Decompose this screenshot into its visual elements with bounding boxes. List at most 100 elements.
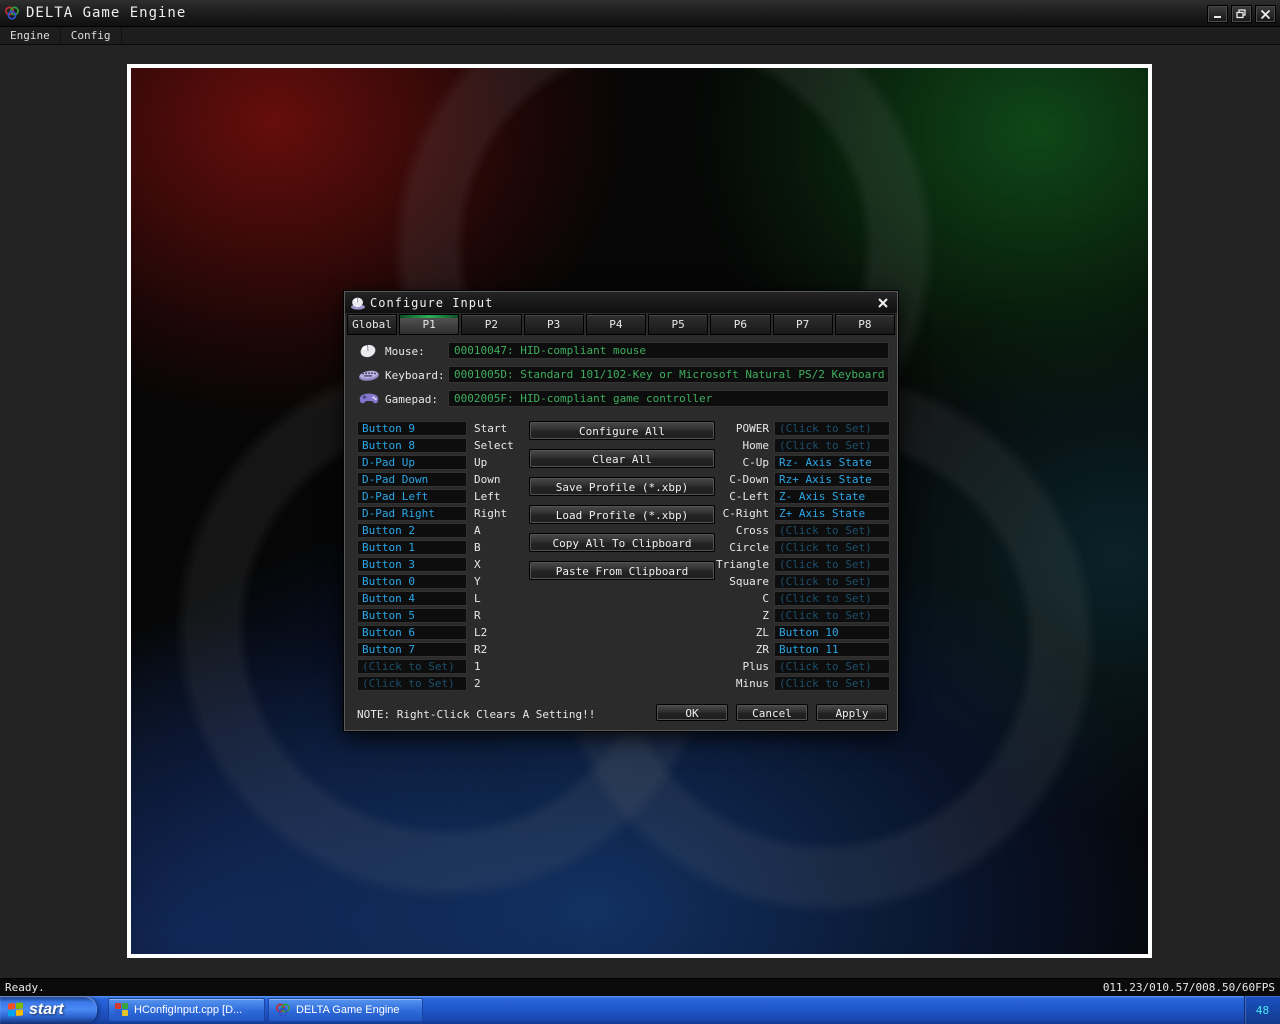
mapping-field[interactable]: Button 2 (357, 523, 467, 538)
mapping-row: D-Pad Down Down (357, 472, 514, 487)
mapping-field[interactable]: Button 11 (774, 642, 890, 657)
minimize-icon (1213, 9, 1223, 19)
tab[interactable]: P5 (648, 314, 708, 335)
mapping-field[interactable]: Button 8 (357, 438, 467, 453)
mapping-label: ZL (705, 626, 769, 639)
mapping-field[interactable]: Button 10 (774, 625, 890, 640)
ok-button[interactable]: OK (656, 704, 728, 721)
minimize-button[interactable] (1207, 5, 1228, 23)
mapping-field[interactable]: D-Pad Down (357, 472, 467, 487)
menu-item[interactable]: Engine (0, 27, 61, 44)
gamepad-icon (358, 390, 380, 408)
mapping-field[interactable]: Rz+ Axis State (774, 472, 890, 487)
gamepad-device-field[interactable]: 0002005F: HID-compliant game controller (448, 390, 889, 407)
mapping-field[interactable]: (Click to Set) (774, 421, 890, 436)
tray-meter: 48 (1256, 1004, 1269, 1017)
mapping-row: Button 7 R2 (357, 642, 514, 657)
mapping-field[interactable]: (Click to Set) (774, 574, 890, 589)
mapping-label: B (474, 541, 481, 554)
keyboard-device-field[interactable]: 0001005D: Standard 101/102-Key or Micros… (448, 366, 889, 383)
mapping-label: 2 (474, 677, 481, 690)
mouse-icon (358, 342, 378, 360)
mapping-field[interactable]: Button 6 (357, 625, 467, 640)
start-button[interactable]: start (0, 996, 97, 1024)
mapping-field[interactable]: D-Pad Left (357, 489, 467, 504)
mapping-field[interactable]: Button 0 (357, 574, 467, 589)
configure-input-dialog: Configure Input GlobalP1P2P3P4P5P6P7P8 M… (344, 291, 898, 731)
keyboard-device-row: Keyboard: 0001005D: Standard 101/102-Key… (355, 366, 891, 385)
mapping-field[interactable]: (Click to Set) (774, 676, 890, 691)
mapping-field[interactable]: (Click to Set) (774, 591, 890, 606)
window-title: DELTA Game Engine (26, 5, 186, 21)
tab[interactable]: P7 (773, 314, 833, 335)
mapping-field[interactable]: Button 5 (357, 608, 467, 623)
action-button[interactable]: Save Profile (*.xbp) (529, 477, 715, 496)
tab[interactable]: P1 (399, 314, 459, 335)
action-button[interactable]: Paste From Clipboard (529, 561, 715, 580)
mapping-label: L (474, 592, 481, 605)
taskbar-task-hconfiginput[interactable]: HConfigInput.cpp [D... (108, 998, 265, 1022)
menu-item[interactable]: Config (61, 27, 122, 44)
mapping-row: Triangle (Click to Set) (705, 557, 890, 572)
mapping-field[interactable]: Z- Axis State (774, 489, 890, 504)
tab[interactable]: P3 (524, 314, 584, 335)
mapping-label: Minus (705, 677, 769, 690)
action-button[interactable]: Load Profile (*.xbp) (529, 505, 715, 524)
app-icon (4, 5, 20, 21)
mapping-label: Down (474, 473, 501, 486)
mapping-field[interactable]: D-Pad Right (357, 506, 467, 521)
mapping-label: 1 (474, 660, 481, 673)
apply-button[interactable]: Apply (816, 704, 888, 721)
tab[interactable]: Global (347, 314, 397, 335)
mouse-label: Mouse: (385, 345, 425, 358)
mapping-field[interactable]: (Click to Set) (774, 438, 890, 453)
mapping-field[interactable]: (Click to Set) (774, 557, 890, 572)
dialog-note: NOTE: Right-Click Clears A Setting!! (357, 708, 595, 721)
mouse-device-row: Mouse: 00010047: HID-compliant mouse (355, 342, 891, 361)
mapping-row: D-Pad Up Up (357, 455, 514, 470)
dialog-close-button[interactable] (875, 295, 891, 310)
tab[interactable]: P2 (461, 314, 521, 335)
restore-icon (1236, 9, 1247, 19)
tab[interactable]: P8 (835, 314, 895, 335)
mapping-label: Y (474, 575, 481, 588)
mapping-field[interactable]: Button 4 (357, 591, 467, 606)
keyboard-icon (358, 366, 380, 384)
mapping-field[interactable]: (Click to Set) (357, 659, 467, 674)
mapping-field[interactable]: Rz- Axis State (774, 455, 890, 470)
start-label: start (29, 1001, 64, 1019)
mapping-label: Circle (705, 541, 769, 554)
action-button[interactable]: Copy All To Clipboard (529, 533, 715, 552)
mapping-field[interactable]: Button 7 (357, 642, 467, 657)
mapping-field[interactable]: Button 3 (357, 557, 467, 572)
mapping-field[interactable]: (Click to Set) (774, 659, 890, 674)
taskbar-task-delta-engine[interactable]: DELTA Game Engine (268, 998, 423, 1022)
dialog-titlebar: Configure Input (345, 292, 897, 313)
mapping-field[interactable]: (Click to Set) (774, 608, 890, 623)
action-button[interactable]: Configure All (529, 421, 715, 440)
mapping-row: ZL Button 10 (705, 625, 890, 640)
mapping-field[interactable]: (Click to Set) (774, 540, 890, 555)
tab[interactable]: P6 (710, 314, 770, 335)
mapping-field[interactable]: Z+ Axis State (774, 506, 890, 521)
mapping-field[interactable]: (Click to Set) (357, 676, 467, 691)
mapping-label: C-Up (705, 456, 769, 469)
dialog-icon (350, 296, 366, 310)
action-button[interactable]: Clear All (529, 449, 715, 468)
mapping-field[interactable]: Button 9 (357, 421, 467, 436)
app-icon (275, 1002, 291, 1018)
restore-button[interactable] (1231, 5, 1252, 23)
taskbar: start HConfigInput.cpp [D... DELTA Game … (0, 996, 1280, 1024)
close-button[interactable] (1255, 5, 1276, 23)
cancel-button[interactable]: Cancel (736, 704, 808, 721)
mapping-row: Button 9 Start (357, 421, 514, 436)
mapping-field[interactable]: D-Pad Up (357, 455, 467, 470)
mapping-field[interactable]: (Click to Set) (774, 523, 890, 538)
mouse-device-field[interactable]: 00010047: HID-compliant mouse (448, 342, 889, 359)
tab[interactable]: P4 (586, 314, 646, 335)
dialog-title: Configure Input (370, 296, 493, 310)
mapping-label: C-Right (705, 507, 769, 520)
mapping-row: C (Click to Set) (705, 591, 890, 606)
screen: DELTA Game Engine EngineConfig (0, 0, 1280, 1024)
mapping-field[interactable]: Button 1 (357, 540, 467, 555)
